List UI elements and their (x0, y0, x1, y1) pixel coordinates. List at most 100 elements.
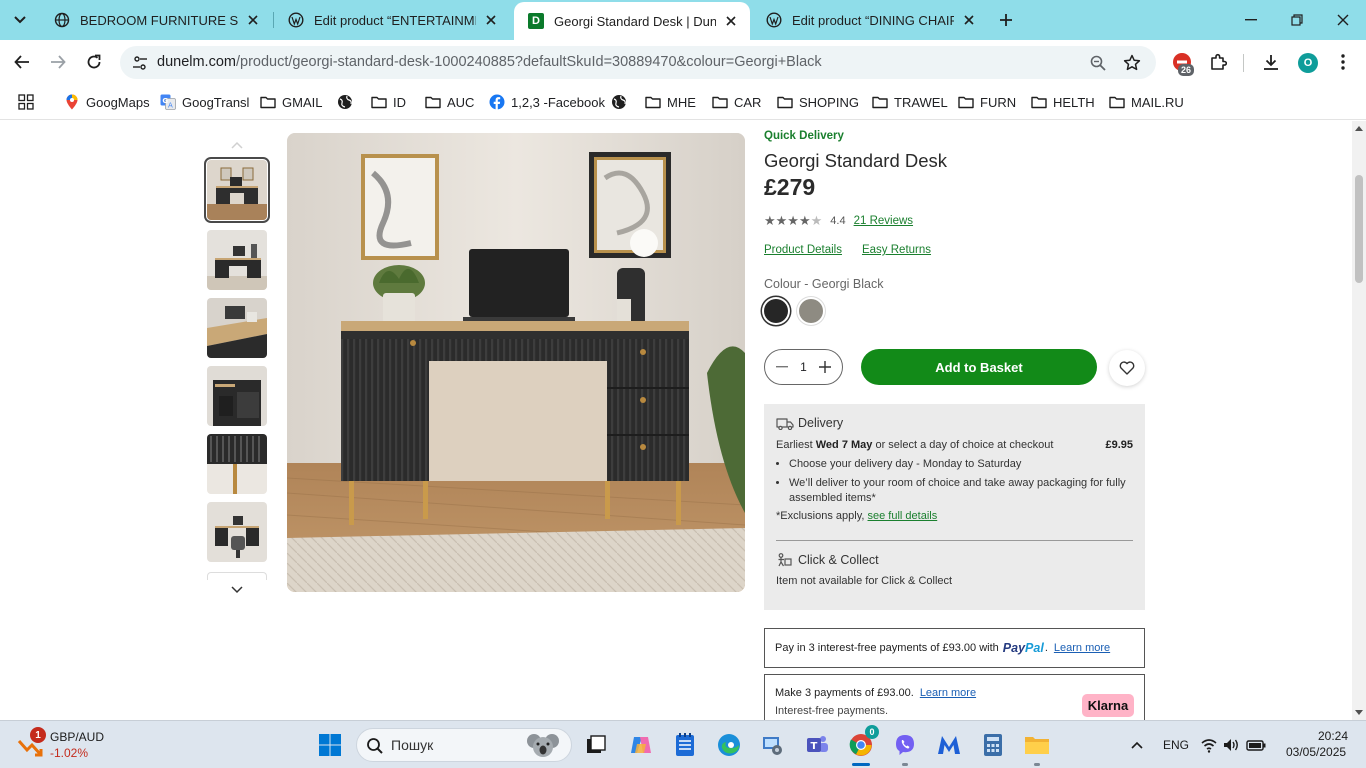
globe-icon (611, 94, 627, 110)
product-thumbnail[interactable] (204, 157, 270, 223)
thumbnails-up-button[interactable] (229, 139, 245, 151)
klarna-learn-more-link[interactable]: Learn more (920, 687, 976, 699)
file-explorer-button[interactable] (1021, 729, 1053, 761)
add-to-basket-button[interactable]: Add to Basket (861, 349, 1097, 385)
bookmark-facebook[interactable]: 1,2,3 -Facebook (489, 92, 605, 112)
plus-icon[interactable] (818, 360, 832, 374)
thumbnails-down-button[interactable] (229, 584, 245, 596)
address-bar[interactable]: dunelm.com/product/georgi-standard-desk-… (120, 46, 1156, 79)
bookmark-star-icon[interactable] (1120, 51, 1144, 75)
bookmark-googtransl[interactable]: GA GoogTransl (160, 92, 249, 112)
quick-settings-button[interactable] (1197, 729, 1269, 761)
bookmark-folder-furn[interactable]: FURN (958, 92, 1016, 112)
desk-thumbnail-image (207, 160, 267, 220)
see-full-details-link[interactable]: see full details (868, 510, 938, 522)
delivery-price: £9.95 (1105, 439, 1133, 451)
close-icon[interactable] (960, 11, 978, 29)
product-thumbnail[interactable] (207, 366, 267, 426)
start-button[interactable] (314, 729, 346, 761)
close-icon[interactable] (482, 11, 500, 29)
product-thumbnail[interactable] (207, 298, 267, 358)
colour-swatch-black[interactable] (764, 299, 788, 323)
bookmark-googmaps[interactable]: GoogMaps (64, 92, 150, 112)
close-window-button[interactable] (1320, 0, 1366, 40)
tab-bedroom-furniture[interactable]: BEDROOM FURNITURE SET X 2 (40, 0, 272, 40)
klarna-text: Make 3 payments of £93.00. (775, 687, 914, 699)
chrome-profile-badge: 0 (865, 725, 879, 739)
delivery-earliest-text: Earliest Wed 7 May or select a day of ch… (776, 439, 1053, 451)
colour-swatch-grey[interactable] (799, 299, 823, 323)
bookmark-folder-helth[interactable]: HELTH (1031, 92, 1095, 112)
control-panel-button[interactable] (757, 729, 789, 761)
bookmark-globe-2[interactable] (611, 92, 633, 112)
zoom-icon[interactable] (1086, 51, 1110, 75)
forward-button[interactable] (44, 48, 72, 76)
taskbar-search[interactable]: Пошук (356, 728, 572, 762)
new-tab-button[interactable] (994, 8, 1018, 32)
reviews-link[interactable]: 21 Reviews (854, 215, 913, 227)
clock-date[interactable]: 03/05/2025 (1286, 745, 1346, 759)
product-thumbnail[interactable] (207, 434, 267, 494)
minus-icon[interactable] (775, 360, 789, 374)
edge-button[interactable] (713, 729, 745, 761)
menu-button[interactable] (1329, 48, 1357, 76)
bookmark-folder-gmail[interactable]: GMAIL (260, 92, 322, 112)
tab-georgi-desk[interactable]: D Georgi Standard Desk | Dunelm (514, 2, 750, 40)
easy-returns-link[interactable]: Easy Returns (862, 244, 931, 256)
mail-app-button[interactable] (933, 729, 965, 761)
quantity-value[interactable]: 1 (800, 360, 807, 374)
profile-avatar[interactable]: O (1298, 53, 1318, 73)
teams-button[interactable]: T (801, 729, 833, 761)
site-info-icon[interactable] (128, 51, 152, 75)
clock-time[interactable]: 20:24 (1318, 729, 1348, 743)
bookmark-folder-car[interactable]: CAR (712, 92, 761, 112)
desk-thumbnail-image (207, 434, 267, 494)
product-thumbnail[interactable] (207, 230, 267, 290)
scroll-up-icon[interactable] (1355, 125, 1363, 133)
scrollbar-thumb[interactable] (1355, 175, 1363, 283)
tab-title: BEDROOM FURNITURE SET X 2 (80, 12, 238, 28)
product-main-image[interactable] (287, 133, 745, 592)
chrome-taskbar-button[interactable]: 0 (845, 725, 879, 761)
bookmark-apps[interactable] (18, 92, 40, 112)
scroll-down-icon[interactable] (1355, 708, 1363, 716)
viber-button[interactable] (889, 729, 921, 761)
language-indicator[interactable]: ENG (1163, 738, 1189, 752)
notes-app-button[interactable] (669, 729, 701, 761)
truck-icon (776, 416, 794, 430)
product-thumbnail-partial[interactable] (207, 572, 267, 580)
wishlist-button[interactable] (1109, 350, 1145, 386)
product-details-link[interactable]: Product Details (764, 244, 842, 256)
bookmark-folder-shoping[interactable]: SHOPING (777, 92, 859, 112)
desk-thumbnail-image (207, 502, 267, 562)
page-scrollbar[interactable] (1352, 121, 1366, 720)
bookmark-folder-auc[interactable]: AUC (425, 92, 474, 112)
reload-button[interactable] (80, 48, 108, 76)
tray-overflow-button[interactable] (1121, 729, 1153, 761)
divider (776, 540, 1133, 541)
task-view-button[interactable] (580, 729, 612, 761)
earliest-suffix: or select a day of choice at checkout (872, 439, 1054, 451)
minimize-button[interactable] (1228, 0, 1274, 40)
calculator-button[interactable] (977, 729, 1009, 761)
downloads-button[interactable] (1257, 48, 1285, 76)
currency-widget[interactable]: 1 GBP/AUD -1.02% (16, 727, 136, 763)
close-icon[interactable] (722, 12, 740, 30)
back-button[interactable] (8, 48, 36, 76)
dunelm-d-icon: D (528, 13, 544, 29)
copilot-button[interactable] (625, 729, 657, 761)
restore-button[interactable] (1274, 0, 1320, 40)
earliest-prefix: Earliest (776, 439, 816, 451)
close-icon[interactable] (244, 11, 262, 29)
tab-search-button[interactable] (6, 6, 34, 34)
paypal-learn-more-link[interactable]: Learn more (1054, 642, 1110, 654)
bookmark-folder-trawel[interactable]: TRAWEL (872, 92, 948, 112)
tab-edit-dining-chairs[interactable]: Edit product “DINING CHAIRS S (752, 0, 988, 40)
tab-edit-entertainment[interactable]: Edit product “ENTERTAINMENT (274, 0, 510, 40)
extensions-button[interactable] (1204, 48, 1232, 76)
bookmark-globe-1[interactable] (337, 92, 359, 112)
bookmark-folder-id[interactable]: ID (371, 92, 406, 112)
bookmark-folder-mhe[interactable]: MHE (645, 92, 696, 112)
product-thumbnail[interactable] (207, 502, 267, 562)
bookmark-folder-mailru[interactable]: MAIL.RU (1109, 92, 1184, 112)
